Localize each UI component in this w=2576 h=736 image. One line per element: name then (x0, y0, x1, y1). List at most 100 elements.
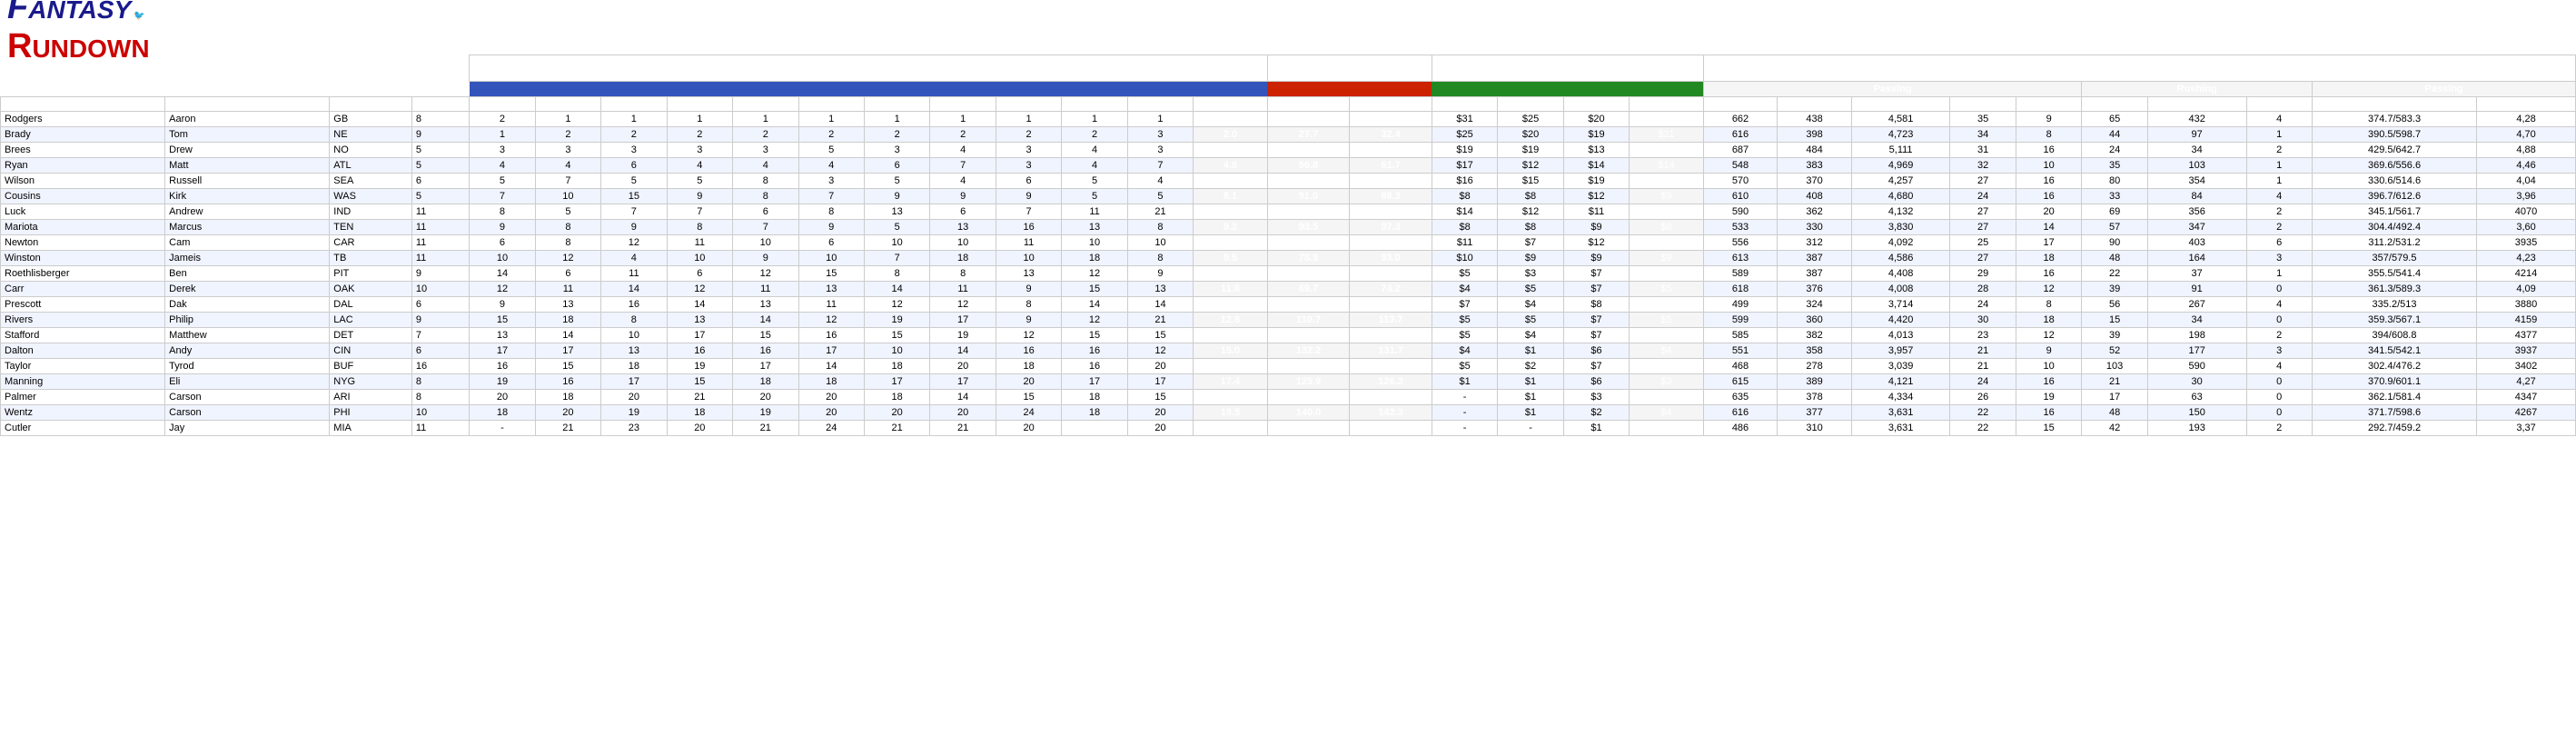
cell: 28 (1950, 282, 2016, 297)
cell: $2 (1563, 405, 1629, 421)
cell: 63 (2147, 390, 2246, 405)
cell: $5 (1498, 282, 1563, 297)
cell: $16 (1432, 174, 1497, 189)
cell: Derek (165, 282, 330, 297)
cell: 97 (2147, 127, 2246, 143)
cell: $1 (1498, 390, 1563, 405)
cell: Philip (165, 313, 330, 328)
cell: Cousins (1, 189, 165, 204)
cell: 13 (667, 313, 732, 328)
cell: 362 (1778, 204, 1852, 220)
cell: 14 (1127, 297, 1193, 313)
cell: Taylor (1, 359, 165, 374)
cell: 618 (1703, 282, 1778, 297)
cell: $7 (1563, 359, 1629, 374)
cell: 102.3 (1267, 266, 1350, 282)
cell: 14.6 (1194, 328, 1268, 343)
cell: $25 (1432, 127, 1497, 143)
cell: $14 (1563, 158, 1629, 174)
cell: $11 (1432, 235, 1497, 251)
cell: 13 (601, 343, 667, 359)
cell: 113.7 (1350, 313, 1432, 328)
cell: 5 (1127, 189, 1193, 204)
cell: TEN (330, 220, 412, 235)
cell: 27 (1950, 251, 2016, 266)
cell: Newton (1, 235, 165, 251)
cell: 267 (2147, 297, 2246, 313)
cell: 10 (411, 282, 469, 297)
cell: Palmer (1, 390, 165, 405)
cell: 14 (1062, 297, 1127, 313)
cell: 4.8 (1194, 158, 1268, 174)
cell: 3 (996, 158, 1061, 174)
cell: 1 (470, 127, 535, 143)
cell: 15 (996, 390, 1061, 405)
cell: 65 (2082, 112, 2147, 127)
cell: 354 (2147, 174, 2246, 189)
col-fft: FFT (601, 97, 667, 112)
cell: 57 (2082, 220, 2147, 235)
cell: 4 (1127, 174, 1193, 189)
col-cmp: CMP (1778, 97, 1852, 112)
cell: $17 (1630, 143, 1704, 158)
cell: 1.1 (1194, 112, 1268, 127)
cell: $5 (1630, 313, 1704, 328)
cell: 17 (470, 343, 535, 359)
col-td2: TD (2246, 97, 2312, 112)
cell: 4,680 (1851, 189, 1950, 204)
cell: 9 (1127, 266, 1193, 282)
cell: 13 (996, 266, 1061, 282)
cell: 12.4 (1194, 297, 1268, 313)
cell: 17 (601, 374, 667, 390)
cell: 374.7/583.3 (2312, 112, 2476, 127)
cell: 387 (1778, 266, 1852, 282)
cell: 3 (1127, 143, 1193, 158)
cell: 19 (930, 328, 996, 343)
cell: 335.2/513 (2312, 297, 2476, 313)
cell: 9 (411, 313, 469, 328)
table-row: WentzCarsonPHI10182019181920202024182019… (1, 405, 2576, 421)
cell: 88.3 (1350, 189, 1432, 204)
table-row: PrescottDakDAL69131614131112128141412.41… (1, 297, 2576, 313)
cell: 6 (411, 174, 469, 189)
cell: 4214 (2477, 266, 2576, 282)
table-row: RodgersAaronGB8211111111111.122.225.1$31… (1, 112, 2576, 127)
cell: 2 (2246, 328, 2312, 343)
col-yd: YD (1851, 97, 1950, 112)
logo-rundown-text: UNDOWN (32, 35, 149, 63)
cell: $4 (1432, 343, 1497, 359)
cell: 8 (411, 374, 469, 390)
cell: - (1432, 421, 1497, 436)
table-row: CousinsKirkWAS571015987999558.191.088.3$… (1, 189, 2576, 204)
cell: 12 (601, 235, 667, 251)
cell: 371.7/598.6 (2312, 405, 2476, 421)
col-td: TD (1950, 97, 2016, 112)
cell: 23 (1950, 328, 2016, 343)
cell: 8 (667, 220, 732, 235)
cell: Andy (165, 343, 330, 359)
cell: 21 (535, 421, 600, 436)
cell: $8 (1630, 220, 1704, 235)
cell: $25 (1630, 112, 1704, 127)
cell: 14 (2016, 220, 2081, 235)
cell: 590 (1703, 204, 1778, 220)
cell: 16 (1062, 343, 1127, 359)
cell: 4,23 (2477, 251, 2576, 266)
cell: 610 (1703, 189, 1778, 204)
cell: PHI (330, 405, 412, 421)
cell: 21 (930, 421, 996, 436)
cell: 616 (1703, 127, 1778, 143)
cell: 4,04 (2477, 174, 2576, 189)
cell: 330.6/514.6 (2312, 174, 2476, 189)
cell: Aaron (165, 112, 330, 127)
cell: 18.5 (1194, 390, 1268, 405)
cell: $6 (1563, 343, 1629, 359)
cell: 2 (2246, 143, 2312, 158)
cell: 4 (1062, 143, 1127, 158)
cell: 90 (2082, 235, 2147, 251)
cell: 2 (535, 127, 600, 143)
cell: Rivers (1, 313, 165, 328)
cell: Wentz (1, 405, 165, 421)
cell: 12 (667, 282, 732, 297)
cell: $5 (1630, 328, 1704, 343)
